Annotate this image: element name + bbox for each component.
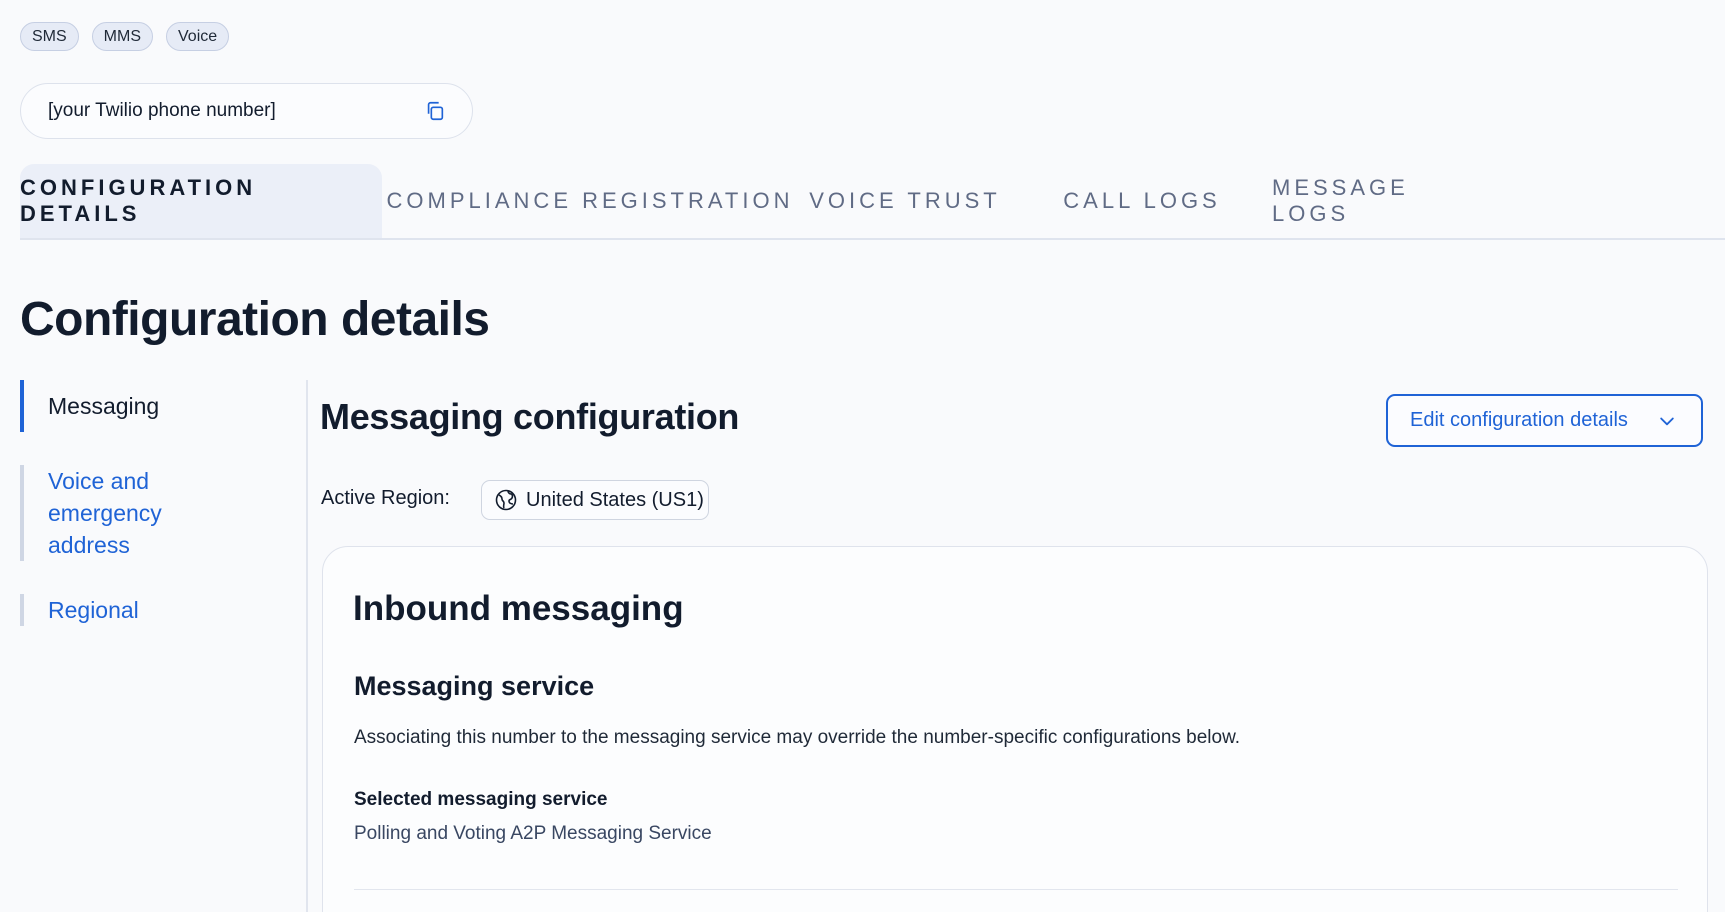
messaging-service-title: Messaging service [354,671,595,701]
selected-service-value: Polling and Voting A2P Messaging Service [354,823,712,844]
card-divider [354,889,1678,890]
badge-voice: Voice [166,22,230,51]
active-region-label: Active Region: [321,487,450,509]
tab-configuration-details[interactable]: CONFIGURATION DETAILS [20,164,382,238]
page: SMS MMS Voice [your Twilio phone number]… [0,0,1725,912]
sidenav-item-messaging[interactable]: Messaging [20,380,159,432]
card-title: Inbound messaging [353,589,684,628]
selected-service-label: Selected messaging service [354,789,608,810]
edit-configuration-label: Edit configuration details [1410,409,1628,431]
tab-message-logs[interactable]: MESSAGE LOGS [1272,164,1462,238]
tab-call-logs[interactable]: CALL LOGS [1012,164,1272,238]
active-region-chip: United States (US1) [481,480,709,520]
globe-icon [495,489,517,511]
sidenav-item-regional[interactable]: Regional [20,594,139,626]
tab-voice-trust[interactable]: VOICE TRUST [798,164,1012,238]
copy-icon[interactable] [424,100,446,122]
phone-number-field: [your Twilio phone number] [20,83,473,139]
edit-configuration-button[interactable]: Edit configuration details [1386,394,1703,447]
page-title: Configuration details [20,293,490,346]
chevron-down-icon [1660,417,1674,425]
inbound-messaging-card: Inbound messaging Messaging service Asso… [322,546,1708,912]
active-region-value: United States (US1) [526,488,704,511]
tab-bar: CONFIGURATION DETAILS COMPLIANCE REGISTR… [20,164,1725,240]
sidenav-item-voice-emergency[interactable]: Voice and emergency address [20,465,210,561]
section-title: Messaging configuration [320,396,740,437]
messaging-service-description: Associating this number to the messaging… [354,727,1241,748]
tab-compliance-registration[interactable]: COMPLIANCE REGISTRATION [382,164,798,238]
phone-number-text: [your Twilio phone number] [48,100,276,121]
capability-badges: SMS MMS Voice [20,22,230,51]
nav-divider [306,380,308,912]
badge-sms: SMS [20,22,79,51]
badge-mms: MMS [91,22,153,51]
